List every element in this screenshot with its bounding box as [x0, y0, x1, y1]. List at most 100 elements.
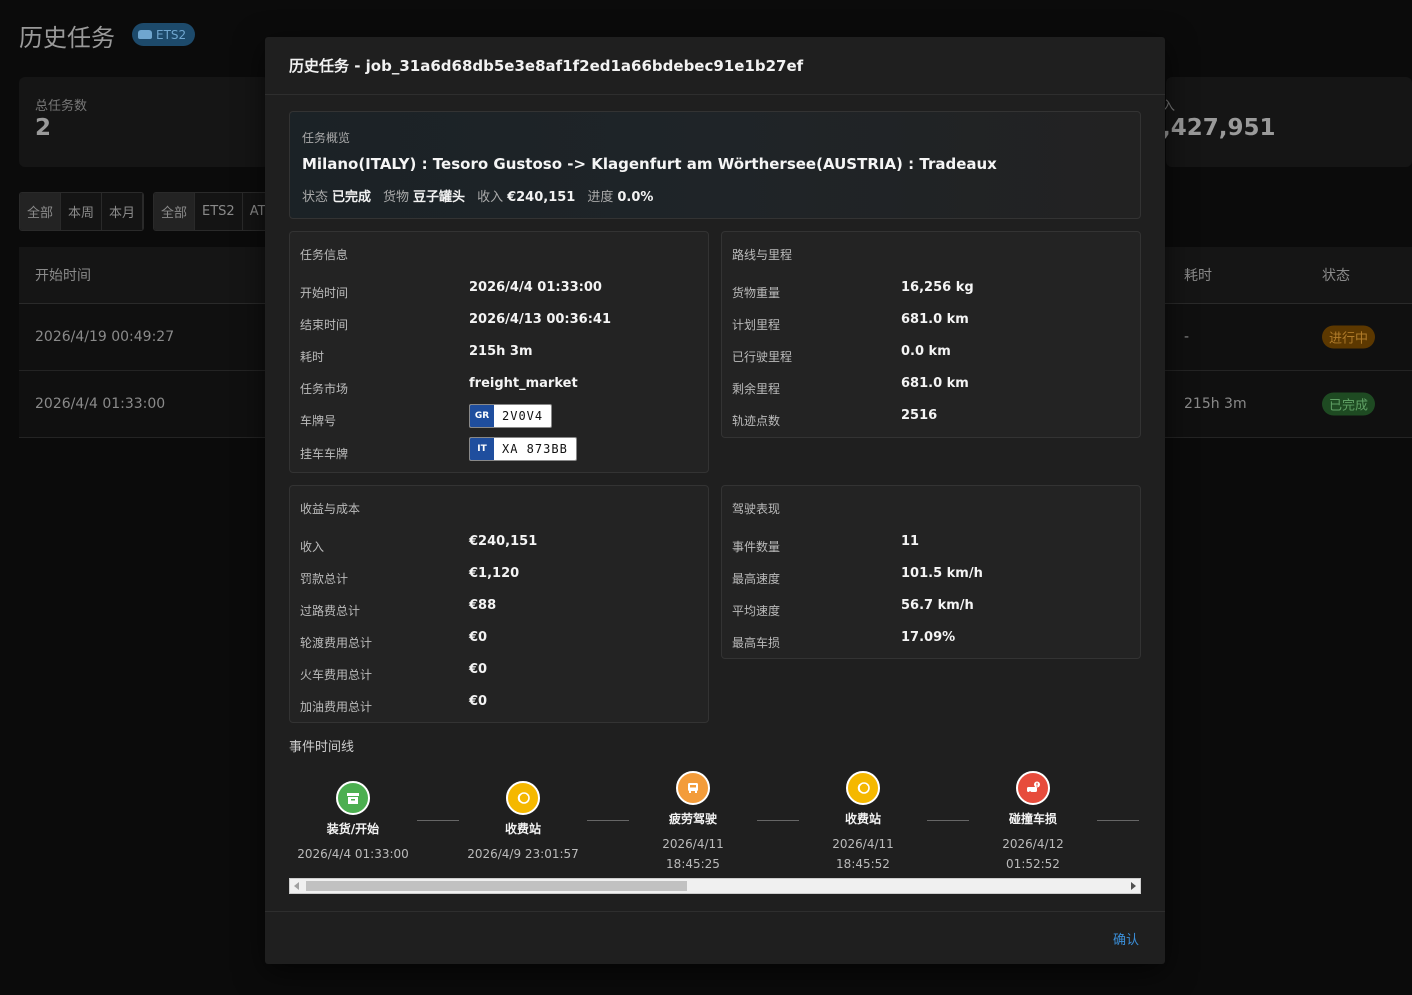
filter-period-month[interactable]: 本月	[102, 193, 144, 230]
info-label: 罚款总计	[300, 572, 349, 586]
plate-country-code: GR	[470, 405, 494, 427]
panel-caption: 路线与里程	[732, 248, 793, 262]
event-clock: 18:45:52	[836, 857, 890, 871]
event-name: 疲劳驾驶	[668, 812, 717, 826]
event-clock: 01:52:52	[1006, 857, 1060, 871]
column-start-time: 开始时间	[35, 268, 91, 284]
info-value: €1,120	[469, 566, 520, 581]
info-label: 火车费用总计	[300, 668, 373, 682]
info-row: 结束时间 2026/4/13 00:36:41	[300, 312, 698, 332]
driving-panel: 驾驶表现 事件数量 11 最高速度 101.5 km/h 平均速度 56.7 km/h…	[721, 485, 1141, 659]
info-value: 681.0 km	[901, 376, 969, 391]
info-row: 已行驶里程 0.0 km	[732, 344, 1130, 364]
overview-meta: 状态 已完成 货物 豆子罐头 收入 €240,151 进度 0.0%	[302, 186, 1128, 205]
stat-value: 2	[35, 115, 52, 141]
info-label: 耗时	[300, 350, 325, 364]
plate-country-code: IT	[470, 438, 494, 460]
info-value: 2516	[901, 408, 938, 423]
event-name: 装货/开始	[326, 822, 380, 836]
info-row: 挂车车牌 IT XA 873BB	[300, 437, 698, 461]
period-filter: 全部 本周 本月	[19, 192, 145, 231]
filter-period-week[interactable]: 本周	[61, 193, 103, 230]
finance-panel: 收益与成本 收入 €240,151 罚款总计 €1,120 过路费总计 €88 轮渡费…	[289, 485, 709, 723]
game-badge-label: ETS2	[156, 27, 187, 42]
info-row: 轮渡费用总计 €0	[300, 630, 698, 650]
panel-caption: 收益与成本	[300, 502, 361, 516]
info-value: €0	[469, 630, 488, 645]
info-value: 16,256 kg	[901, 280, 974, 295]
timeline-event: 疲劳驾驶 2026/4/11 18:45:25	[629, 771, 757, 874]
timeline-connector	[417, 820, 459, 821]
scroll-left-arrow-icon[interactable]	[294, 882, 299, 890]
timeline-event: 收费站 2026/4/9 23:01:57	[459, 781, 587, 864]
info-row: 事件数量 11	[732, 534, 1130, 554]
info-row: 耗时 215h 3m	[300, 344, 698, 364]
event-date: 2026/4/11	[832, 837, 894, 851]
scroll-right-arrow-icon[interactable]	[1131, 882, 1136, 890]
overview-progress-value: 0.0%	[617, 190, 654, 205]
filter-period-all[interactable]: 全部	[20, 193, 62, 230]
route-panel: 路线与里程 货物重量 16,256 kg 计划里程 681.0 km 已行驶里程 0.…	[721, 231, 1141, 438]
timeline-event: 收费站 2026/4/11 18:45:52	[799, 771, 927, 874]
crash-icon	[1016, 771, 1050, 805]
column-duration: 耗时	[1184, 268, 1212, 284]
filter-game-ets2[interactable]: ETS2	[195, 193, 243, 230]
info-label: 轨迹点数	[732, 414, 781, 428]
row-duration: -	[1184, 329, 1190, 345]
overview-status-label: 状态	[302, 190, 329, 205]
info-row: 车牌号 GR 2V0V4	[300, 404, 698, 428]
game-badge: ETS2	[132, 23, 196, 46]
column-status: 状态	[1322, 268, 1350, 284]
plate-number: XA 873BB	[502, 442, 568, 456]
event-date: 2026/4/12	[1002, 837, 1064, 851]
info-label: 任务市场	[300, 382, 349, 396]
info-value: 11	[901, 534, 920, 549]
row-start-time: 2026/4/19 00:49:27	[35, 329, 175, 345]
timeline-event: 碰撞车损 2026/4/12 01:52:52	[969, 771, 1097, 874]
info-label: 计划里程	[732, 318, 781, 332]
overview-income-value: €240,151	[507, 190, 576, 205]
stat-card-income: 入 ,427,951	[1162, 77, 1412, 167]
event-timeline[interactable]: 装货/开始 2026/4/4 01:33:00 收费站 2026/4/9 23:…	[289, 762, 1141, 892]
info-label: 加油费用总计	[300, 700, 373, 714]
info-row: 计划里程 681.0 km	[732, 312, 1130, 332]
info-row: 罚款总计 €1,120	[300, 566, 698, 586]
bed-icon	[676, 771, 710, 805]
info-value: €0	[469, 662, 488, 677]
cargo-box-icon	[336, 781, 370, 815]
info-label: 收入	[300, 540, 325, 554]
filter-game-all[interactable]: 全部	[154, 193, 196, 230]
scroll-thumb[interactable]	[306, 881, 687, 891]
overview-status: 状态 已完成	[302, 186, 371, 205]
info-label: 剩余里程	[732, 382, 781, 396]
event-time: 2026/4/4 01:33:00	[297, 847, 409, 861]
info-row: 货物重量 16,256 kg	[732, 280, 1130, 300]
page-title: 历史任务	[19, 24, 115, 52]
timeline-scrollbar[interactable]	[289, 878, 1141, 894]
info-value: 2026/4/4 01:33:00	[469, 280, 602, 295]
confirm-button[interactable]: 确认	[1113, 929, 1139, 948]
overview-cargo-label: 货物	[383, 190, 410, 205]
timeline-event: 装货/开始 2026/4/4 01:33:00	[289, 781, 417, 864]
info-row: 火车费用总计 €0	[300, 662, 698, 682]
info-label: 车牌号	[300, 414, 337, 428]
status-badge: 进行中	[1322, 325, 1376, 349]
info-label: 开始时间	[300, 286, 349, 300]
info-row: 开始时间 2026/4/4 01:33:00	[300, 280, 698, 300]
info-row: 剩余里程 681.0 km	[732, 376, 1130, 396]
info-value: 101.5 km/h	[901, 566, 983, 581]
coin-icon	[506, 781, 540, 815]
info-label: 平均速度	[732, 604, 781, 618]
event-time: 2026/4/11 18:45:25	[629, 834, 757, 874]
job-overview-card: 任务概览 Milano(ITALY) : Tesoro Gustoso -> K…	[289, 111, 1141, 219]
info-row: 最高车损 17.09%	[732, 630, 1130, 650]
info-label: 结束时间	[300, 318, 349, 332]
row-start-time: 2026/4/4 01:33:00	[35, 396, 166, 412]
info-label: 挂车车牌	[300, 447, 349, 461]
info-value: 681.0 km	[901, 312, 969, 327]
timeline-caption: 事件时间线	[289, 740, 355, 755]
info-label: 最高车损	[732, 636, 781, 650]
job-detail-dialog: 历史任务 - job_31a6d68db5e3e8af1f2ed1a66bdeb…	[265, 37, 1165, 964]
overview-cargo: 货物 豆子罐头	[383, 186, 465, 205]
info-value: freight_market	[469, 376, 578, 391]
